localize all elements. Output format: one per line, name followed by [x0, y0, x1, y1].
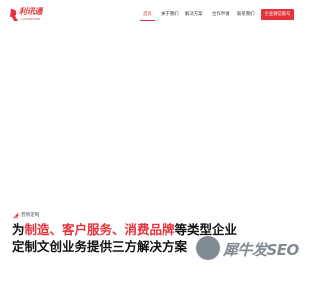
hero-tag-label: 营销定制	[21, 213, 40, 218]
logo-text: 利讯通	[19, 7, 43, 16]
wechat-account-button[interactable]: 企业微信账号	[261, 9, 294, 20]
nav-item-contact[interactable]: 联系我们	[237, 9, 255, 21]
headline-highlight: 制造、客户服务、消费品牌	[24, 222, 175, 237]
nav-active-indicator	[140, 20, 155, 21]
site-header: 利讯通 LIXUNTONG 首页 关于我们 解决方案 合作申请 联系我们 企业微…	[0, 0, 300, 30]
headline-suffix: 等类型企业	[174, 222, 238, 237]
watermark: 犀牛发SEO	[196, 236, 299, 262]
watermark-logo-icon	[196, 236, 220, 260]
nav-item-about[interactable]: 关于我们	[161, 9, 179, 21]
brand-logo[interactable]: 利讯通 LIXUNTONG	[9, 6, 53, 26]
logo-subtext: LIXUNTONG	[21, 17, 41, 21]
nav-item-solutions[interactable]: 解决方案	[185, 9, 203, 21]
nav-item-label: 首页	[143, 12, 152, 17]
tag-arrow-icon	[12, 212, 19, 219]
nav-item-partnership[interactable]: 合作申请	[212, 9, 230, 21]
nav-item-home[interactable]: 首页	[140, 9, 155, 21]
headline-prefix: 为	[12, 222, 25, 237]
logo-mark-icon	[10, 9, 18, 21]
headline-line2: 定制文创业务提供三方解决方案	[12, 239, 188, 254]
hero-section: 营销定制 为制造、客户服务、消费品牌等类型企业 定制文创业务提供三方解决方案 犀…	[0, 30, 300, 300]
watermark-text: 犀牛发SEO	[223, 241, 299, 259]
